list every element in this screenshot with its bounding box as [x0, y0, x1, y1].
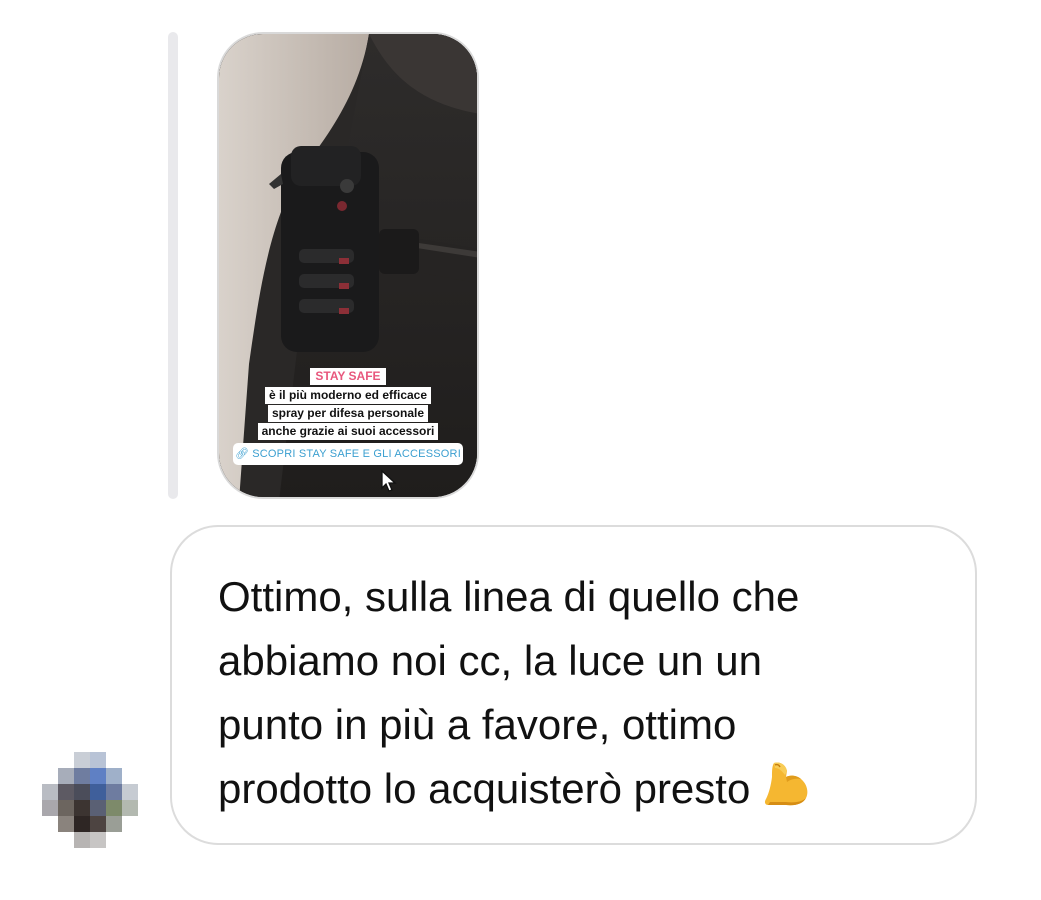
link-icon: 🔗︎ [235, 448, 250, 460]
flexed-biceps-icon [760, 757, 812, 827]
message-text-content: Ottimo, sulla linea di quello che abbiam… [218, 573, 800, 812]
message-text: Ottimo, sulla linea di quello che abbiam… [218, 565, 931, 827]
link-sticker-label: SCOPRI STAY SAFE E GLI ACCESSORI [252, 448, 461, 460]
caption-line: spray per difesa personale [267, 405, 429, 422]
story-reply-preview[interactable]: STAY SAFE è il più moderno ed efficace s… [217, 32, 479, 499]
reply-quote-line [168, 32, 178, 499]
mouse-cursor-icon [381, 469, 397, 492]
caption-title: STAY SAFE [310, 368, 386, 385]
message-bubble[interactable]: Ottimo, sulla linea di quello che abbiam… [170, 525, 977, 845]
caption-line: anche grazie ai suoi accessori [257, 423, 439, 440]
caption-line: è il più moderno ed efficace [264, 387, 432, 404]
sender-avatar[interactable] [42, 752, 138, 848]
story-caption: STAY SAFE è il più moderno ed efficace s… [219, 367, 477, 440]
link-sticker[interactable]: 🔗︎ SCOPRI STAY SAFE E GLI ACCESSORI [233, 443, 463, 465]
